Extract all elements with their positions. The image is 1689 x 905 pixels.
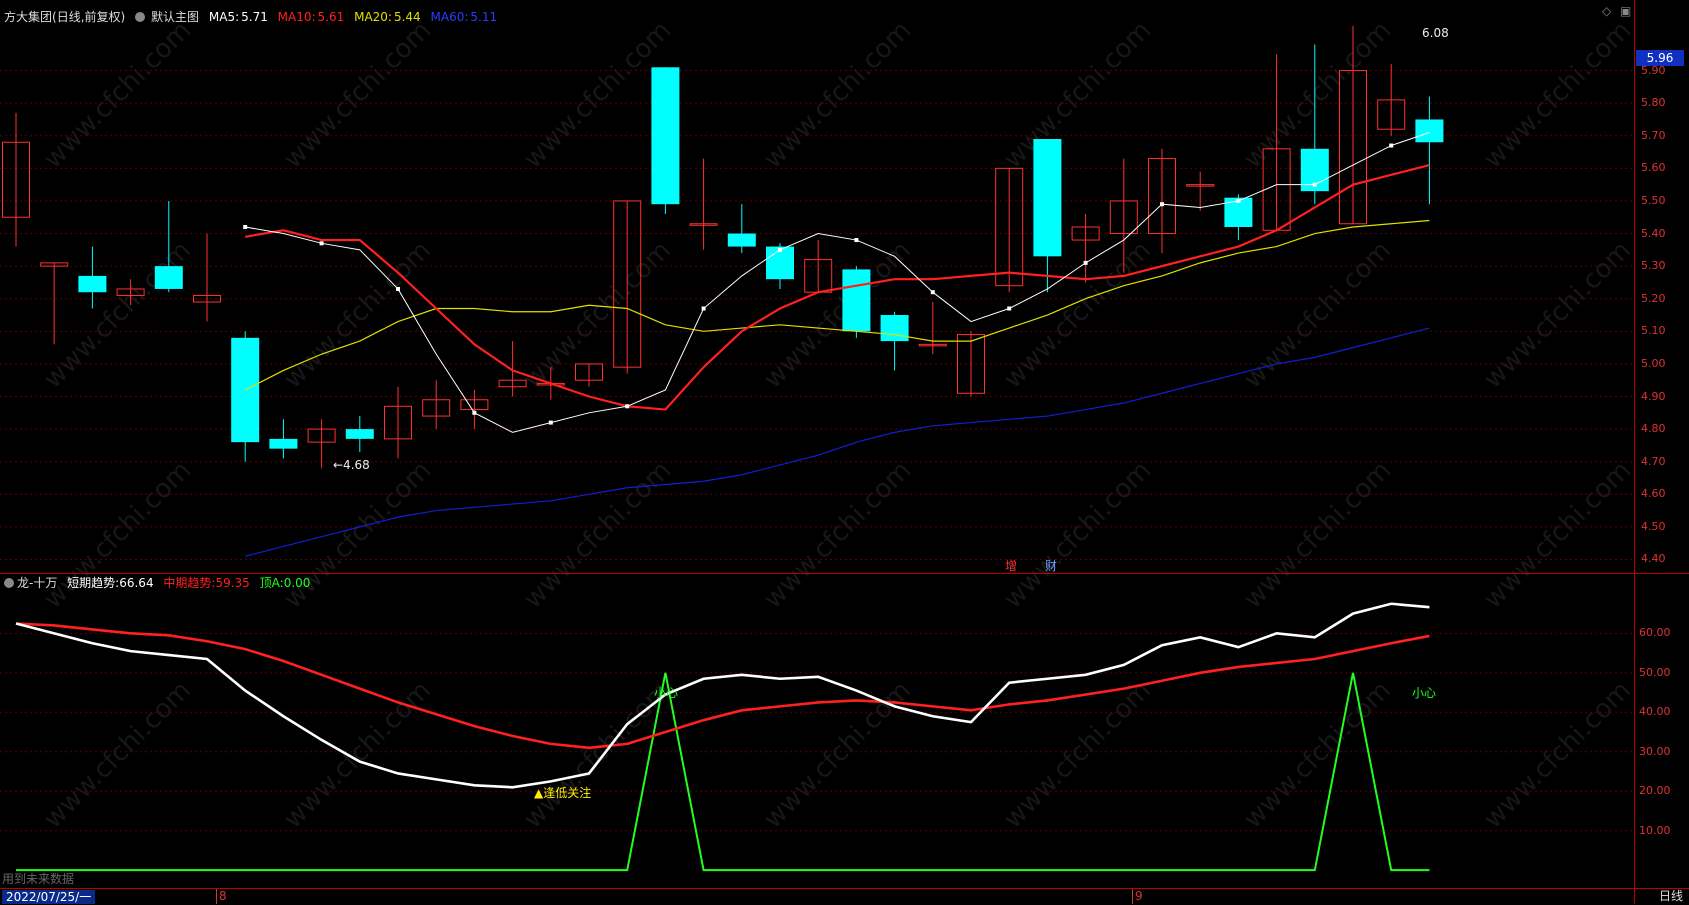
ma60-line bbox=[245, 327, 1430, 557]
ma5-point bbox=[1007, 306, 1012, 311]
ma10-label: MA10: bbox=[277, 10, 316, 24]
indicator-axis-tick: 20.00 bbox=[1639, 784, 1671, 798]
future-data-note: 用到未来数据 bbox=[2, 872, 75, 886]
ma5-value: 5.71 bbox=[241, 10, 268, 24]
ma5-point bbox=[319, 241, 324, 246]
stock-name: 方大集团 bbox=[4, 10, 53, 24]
price-axis-tick: 5.30 bbox=[1641, 259, 1666, 273]
current-price-tag: 5.96 bbox=[1636, 50, 1684, 66]
price-axis-tick: 4.60 bbox=[1641, 487, 1666, 501]
diamond-icon[interactable]: ◇ bbox=[1602, 4, 1616, 18]
price-axis-tick: 5.70 bbox=[1641, 128, 1666, 142]
candle-body bbox=[231, 337, 260, 443]
high-price-label: 6.08 bbox=[1422, 26, 1449, 40]
price-axis-tick: 5.20 bbox=[1641, 291, 1666, 305]
candle-body bbox=[1415, 119, 1444, 143]
ma20-label: MA20: bbox=[354, 10, 392, 24]
candle-body bbox=[345, 429, 374, 439]
candle-body bbox=[1033, 139, 1062, 257]
price-axis-tick: 4.50 bbox=[1641, 519, 1666, 533]
indicator-axis-tick: 40.00 bbox=[1639, 705, 1671, 719]
ma20-line bbox=[244, 219, 1430, 391]
candlestick-chart[interactable] bbox=[0, 26, 1634, 574]
indicator-axis-tick: 60.00 bbox=[1639, 626, 1671, 640]
ma60-value: 5.11 bbox=[470, 10, 498, 24]
main-title-bar: 方大集团(日线,前复权) 默认主图 MA5: 5.71 MA10: 5.61 MA2… bbox=[4, 8, 503, 25]
price-axis-tick: 5.80 bbox=[1641, 96, 1666, 110]
ma5-label: MA5: bbox=[208, 10, 240, 24]
price-axis-tick: 5.10 bbox=[1641, 324, 1666, 338]
candle-body bbox=[651, 67, 680, 205]
ma5-point bbox=[396, 286, 400, 291]
indicator-chart[interactable] bbox=[0, 576, 1634, 888]
top-a-line bbox=[16, 672, 1430, 872]
ma60-label: MA60: bbox=[430, 10, 469, 24]
candle-body bbox=[269, 438, 298, 449]
candle-body bbox=[727, 233, 756, 247]
price-axis-tick: 4.80 bbox=[1641, 422, 1666, 436]
candle-body bbox=[842, 269, 871, 332]
ma5-point bbox=[243, 225, 248, 230]
month-8-label: 8 bbox=[216, 889, 227, 904]
settings-icon[interactable] bbox=[135, 12, 146, 22]
ma5-point bbox=[1236, 198, 1241, 203]
time-axis: 2022/07/25/一 8 9 日线 bbox=[0, 888, 1689, 905]
indicator-axis-tick: 30.00 bbox=[1639, 744, 1671, 758]
ma5-line bbox=[245, 132, 1430, 433]
ma5-point bbox=[1389, 143, 1394, 148]
short-trend-line bbox=[15, 602, 1430, 789]
ma5-point bbox=[1312, 182, 1317, 187]
price-axis-tick: 5.50 bbox=[1641, 193, 1666, 207]
price-axis-tick: 4.40 bbox=[1641, 552, 1666, 566]
ma5-point bbox=[1160, 202, 1164, 207]
low-price-label: ←4.68 bbox=[333, 458, 370, 472]
price-axis-tick: 5.40 bbox=[1641, 226, 1666, 240]
price-axis: 5.90 5.80 5.70 5.60 5.50 5.40 5.30 5.20 5.10 5.00… bbox=[1634, 0, 1689, 904]
candle-body bbox=[154, 266, 183, 289]
bottom-focus-label: ▲逢低关注 bbox=[534, 786, 592, 800]
ma20-value: 5.44 bbox=[393, 10, 421, 24]
price-axis-tick: 5.60 bbox=[1641, 161, 1666, 175]
period-selector[interactable]: 日线 bbox=[1659, 889, 1683, 904]
indicator-axis-tick: 10.00 bbox=[1639, 823, 1671, 837]
ma5-point bbox=[854, 238, 859, 243]
cursor-date: 2022/07/25/一 bbox=[2, 890, 96, 904]
restore-icon[interactable]: ▣ bbox=[1620, 4, 1634, 18]
caution-label-1: 小心 bbox=[654, 686, 679, 700]
caution-label-2: 小心 bbox=[1412, 686, 1437, 700]
tag-cai: 财 bbox=[1045, 559, 1058, 573]
candle-body bbox=[78, 275, 107, 293]
chart-name[interactable]: 默认主图 bbox=[151, 10, 199, 24]
ma5-point bbox=[1083, 260, 1088, 265]
ma5-point bbox=[778, 247, 782, 252]
ma5-point bbox=[472, 410, 477, 415]
month-9-label: 9 bbox=[1132, 889, 1143, 904]
price-axis-tick: 4.90 bbox=[1641, 389, 1666, 403]
chart-header: 方大集团(日线,前复权) 默认主图 MA5: 5.71 MA10: 5.61 MA2… bbox=[0, 0, 1689, 26]
adjust-mode: (日线,前复权) bbox=[52, 10, 126, 24]
ma5-point bbox=[548, 420, 553, 425]
ma5-point bbox=[930, 290, 935, 295]
ma5-point bbox=[625, 404, 630, 409]
tag-add: 增 bbox=[1005, 559, 1018, 573]
ma10-value: 5.61 bbox=[317, 10, 345, 24]
ma5-point bbox=[701, 306, 706, 311]
price-axis-tick: 5.00 bbox=[1641, 356, 1666, 370]
price-axis-tick: 4.70 bbox=[1641, 454, 1666, 468]
candle-body bbox=[880, 315, 909, 342]
indicator-axis-tick: 50.00 bbox=[1639, 665, 1671, 679]
